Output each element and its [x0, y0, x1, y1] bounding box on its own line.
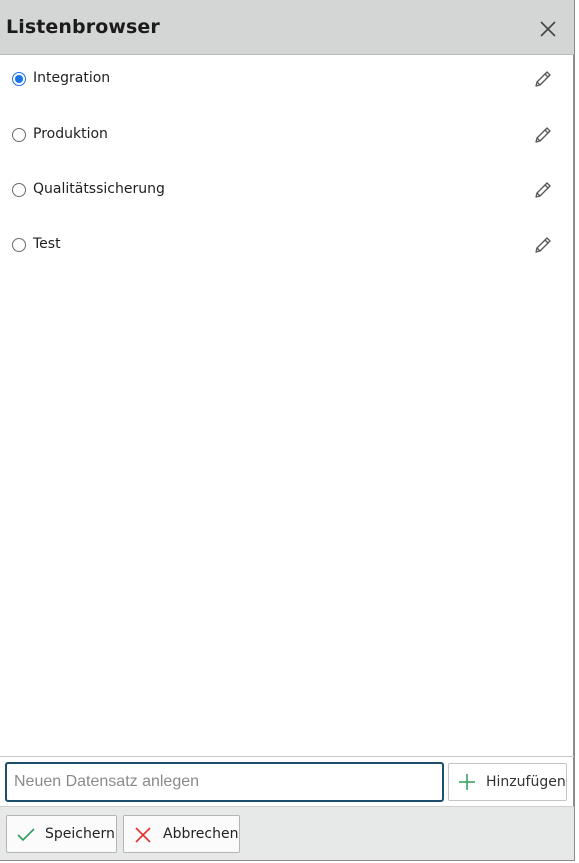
list-item-radio[interactable]: [12, 183, 26, 197]
list-item-label: Test: [33, 236, 61, 252]
list-item-radio[interactable]: [12, 72, 26, 86]
list-item[interactable]: Qualitätssicherung: [0, 166, 574, 221]
dialog-title: Listenbrowser: [6, 16, 160, 38]
save-button-label: Speichern: [45, 826, 115, 842]
checkmark-icon: [17, 828, 35, 842]
x-icon: [135, 827, 151, 843]
list-item-label: Qualitätssicherung: [33, 181, 165, 197]
edit-button[interactable]: [532, 179, 554, 201]
save-button[interactable]: Speichern: [6, 815, 117, 853]
edit-button[interactable]: [532, 68, 554, 90]
pencil-icon: [535, 182, 551, 198]
dialog-titlebar: Listenbrowser: [0, 0, 574, 55]
add-button-label: Hinzufügen: [486, 774, 566, 790]
list-item[interactable]: Test: [0, 221, 574, 276]
dialog-footer: Speichern Abbrechen: [0, 806, 574, 860]
list-item-radio[interactable]: [12, 238, 26, 252]
pencil-icon: [535, 237, 551, 253]
close-button[interactable]: [534, 15, 562, 43]
list-item-label: Integration: [33, 70, 111, 86]
add-button[interactable]: Hinzufügen: [448, 763, 567, 801]
new-entry-input[interactable]: [5, 762, 444, 802]
pencil-icon: [535, 71, 551, 87]
list-item-label: Produktion: [33, 126, 108, 142]
listenbrowser-dialog: Listenbrowser Integration Produktion Qua…: [0, 0, 575, 861]
list-item-radio[interactable]: [12, 128, 26, 142]
edit-button[interactable]: [532, 234, 554, 256]
close-icon: [540, 21, 556, 37]
plus-icon: [459, 774, 475, 790]
divider: [0, 756, 574, 757]
list-item[interactable]: Produktion: [0, 111, 574, 166]
list-item[interactable]: Integration: [0, 55, 574, 110]
cancel-button[interactable]: Abbrechen: [123, 815, 240, 853]
pencil-icon: [535, 127, 551, 143]
cancel-button-label: Abbrechen: [163, 826, 239, 842]
edit-button[interactable]: [532, 124, 554, 146]
